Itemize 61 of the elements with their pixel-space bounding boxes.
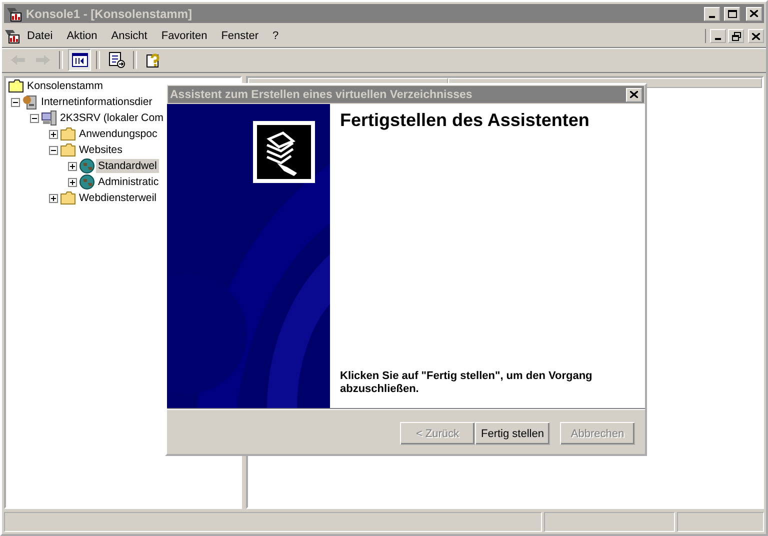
plus-icon [69,162,76,170]
menu-item[interactable]: ? [266,28,286,44]
menu-item[interactable]: Ansicht [104,28,154,44]
minimize-icon [709,16,715,18]
tree-item[interactable]: Konsolenstamm [25,79,105,93]
minimize-button[interactable] [704,6,720,20]
plus-icon [69,178,76,186]
menu-item[interactable]: Aktion [60,28,104,44]
toolbar-button[interactable] [68,49,91,71]
folder-icon [8,79,24,93]
wizard-heading: Fertigstellen des Assistenten [340,110,590,132]
close-button[interactable] [748,29,764,43]
restore-button[interactable] [728,29,744,43]
expand-toggle[interactable] [49,130,58,138]
close-button[interactable] [746,6,762,20]
globe-icon [79,158,95,174]
server-icon [22,94,38,110]
console-icon [4,28,20,44]
menu-item[interactable]: Favoriten [154,28,214,44]
minimize-button[interactable] [710,29,726,43]
console-icon [6,6,22,22]
plus-icon [50,194,57,202]
help-icon [146,52,162,68]
plus-icon [50,130,57,138]
maximize-icon [728,10,736,18]
collapse-toggle[interactable] [11,98,20,106]
minimize-icon [715,38,721,40]
menu-item[interactable]: Datei [20,28,60,44]
tree-item[interactable]: Internetinformationsdier [39,95,154,109]
expand-toggle[interactable] [68,162,77,170]
folder-icon [60,191,76,205]
computer-icon [41,110,57,126]
export-list-icon [108,52,124,68]
tree-item[interactable]: 2K3SRV (lokaler Com [58,111,166,125]
collapse-toggle[interactable] [49,146,58,154]
restore-icon [732,32,740,40]
close-button[interactable] [626,88,642,102]
close-icon [750,10,758,17]
tree-item[interactable]: Webdiensterweil [77,191,159,205]
globe-icon [79,174,95,190]
tree-item[interactable]: Anwendungspoc [77,127,160,141]
tree-item[interactable]: Administratic [96,175,161,189]
maximize-button[interactable] [724,6,740,20]
expand-toggle[interactable] [68,178,77,186]
expand-toggle[interactable] [49,194,58,202]
dialog-title: Assistent zum Erstellen eines virtuellen Verzeichnisses [170,88,474,100]
folder-icon [60,127,76,141]
book-icon [253,121,315,183]
collapse-toggle[interactable] [30,114,39,122]
back-arrow-icon [10,54,26,66]
wizard-message: Klicken Sie auf "Fertig stellen", um den Vorgang abzuschließen. [340,370,594,396]
tree-pane-icon [72,53,88,67]
tree-item[interactable]: Websites [77,143,124,157]
window-title: Konsole1 - [Konsolenstamm] [26,6,194,20]
menu-item[interactable]: Fenster [214,28,266,44]
tree-item[interactable]: Standardwel [96,159,159,173]
close-icon [630,91,638,98]
dialog-button[interactable]: Fertig stellen [475,422,550,445]
folder-icon [60,143,76,157]
close-icon [752,32,760,40]
forward-arrow-icon [34,54,50,66]
